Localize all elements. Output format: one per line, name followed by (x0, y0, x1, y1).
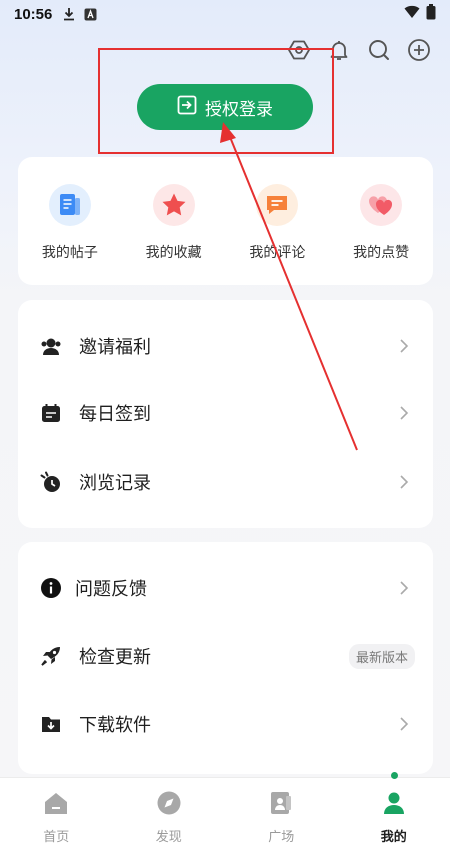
annotation-box (98, 48, 334, 154)
download-folder-icon (40, 713, 62, 735)
profile-icon (381, 790, 407, 820)
invite-icon (40, 335, 62, 357)
tab-label: 我的 (380, 830, 407, 845)
menu-item-label: 每日签到 (79, 404, 151, 425)
tab-label: 首页 (43, 830, 70, 845)
chevron-right-icon (397, 581, 411, 595)
search-icon[interactable] (366, 37, 392, 63)
quick-action-label: 我的点赞 (353, 245, 410, 261)
menu-item-invite[interactable]: 邀请福利 (18, 324, 433, 368)
tab-home[interactable]: 首页 (0, 778, 113, 850)
tab-discover[interactable]: 发现 (113, 778, 226, 850)
status-bar: 10:56 (0, 0, 450, 28)
a-icon (84, 8, 97, 21)
menu-item-checkin[interactable]: 每日签到 (18, 391, 433, 435)
menu-item-label: 问题反馈 (75, 579, 147, 600)
bottom-tab-bar: 首页 发现 广场 我的 (0, 772, 450, 850)
hearts-icon (360, 184, 403, 226)
tab-profile[interactable]: 我的 (338, 772, 450, 850)
square-icon (268, 790, 294, 820)
menu-item-feedback[interactable]: 问题反馈 (18, 566, 433, 610)
active-dot (390, 772, 398, 779)
home-icon (43, 790, 69, 820)
version-badge: 最新版本 (348, 643, 415, 669)
quick-action-likes[interactable]: 我的点赞 (341, 184, 421, 285)
tab-label: 发现 (155, 830, 182, 845)
history-icon (40, 471, 62, 493)
info-icon (40, 577, 62, 599)
status-time: 10:56 (14, 5, 53, 23)
comment-icon (256, 184, 299, 226)
add-icon[interactable] (406, 37, 432, 63)
calendar-icon (40, 402, 62, 424)
quick-action-favorites[interactable]: 我的收藏 (134, 184, 214, 285)
chevron-right-icon (397, 339, 411, 353)
rocket-icon (40, 645, 62, 667)
tab-label: 广场 (268, 830, 295, 845)
chevron-right-icon (397, 475, 411, 489)
menu-item-label: 浏览记录 (79, 473, 151, 494)
wifi-icon (404, 5, 420, 23)
compass-icon (156, 790, 182, 820)
chevron-right-icon (397, 406, 411, 420)
menu-item-label: 邀请福利 (79, 337, 151, 358)
menu-item-history[interactable]: 浏览记录 (18, 460, 433, 504)
chevron-right-icon (397, 717, 411, 731)
menu-group-2: 问题反馈 检查更新 最新版本 下载软件 (18, 542, 433, 774)
quick-action-posts[interactable]: 我的帖子 (30, 184, 110, 285)
quick-actions-card: 我的帖子 我的收藏 我的评论 我的点赞 (18, 157, 433, 285)
menu-group-1: 邀请福利 每日签到 浏览记录 (18, 300, 433, 528)
quick-action-comments[interactable]: 我的评论 (237, 184, 317, 285)
quick-action-label: 我的收藏 (145, 245, 202, 261)
posts-icon (48, 184, 91, 226)
battery-icon (426, 4, 436, 24)
menu-item-download[interactable]: 下载软件 (18, 702, 433, 746)
quick-action-label: 我的帖子 (41, 245, 98, 261)
download-icon (62, 7, 76, 21)
star-icon (152, 184, 195, 226)
menu-item-label: 下载软件 (79, 715, 151, 736)
tab-square[interactable]: 广场 (225, 778, 338, 850)
quick-action-label: 我的评论 (249, 245, 306, 261)
menu-item-update[interactable]: 检查更新 最新版本 (18, 634, 433, 678)
menu-item-label: 检查更新 (79, 647, 151, 668)
